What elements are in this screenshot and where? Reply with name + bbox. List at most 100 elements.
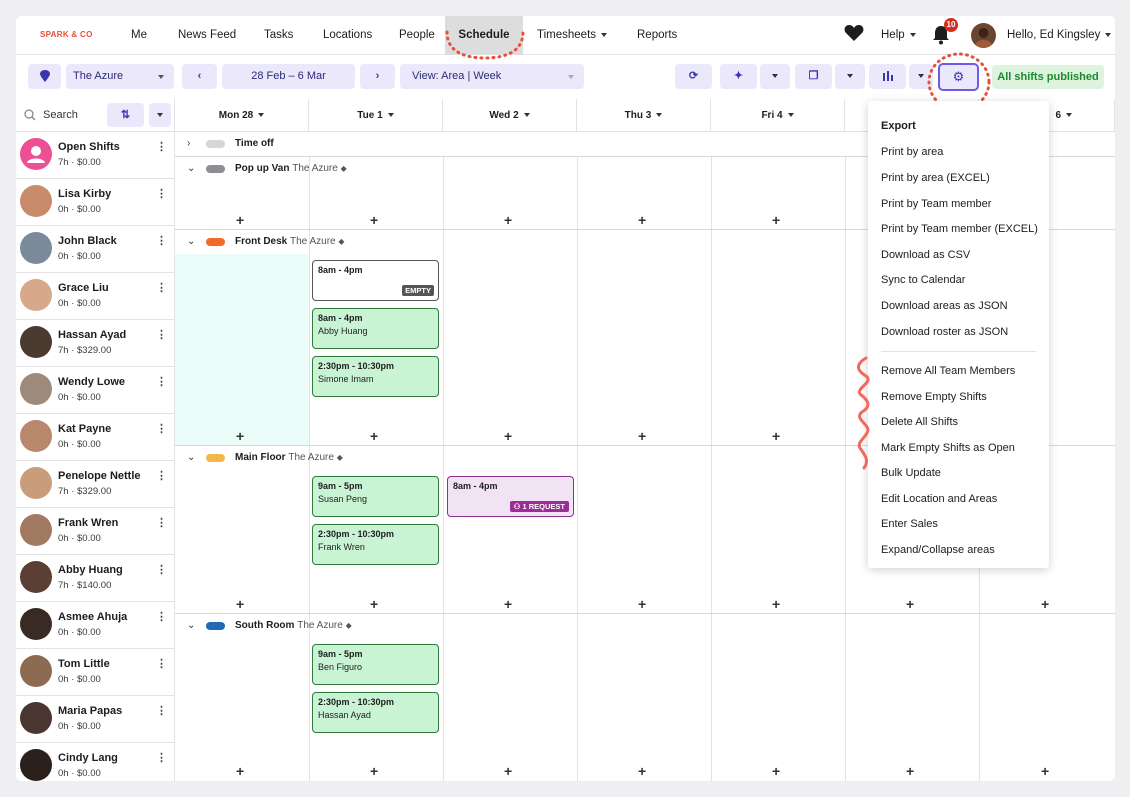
chevron-down-icon[interactable]: ⌄ — [187, 446, 195, 470]
shift-card[interactable]: 9am - 5pm Ben Figuro — [312, 644, 439, 685]
auto-schedule-button[interactable]: ✦ — [720, 64, 757, 89]
auto-schedule-dropdown[interactable] — [760, 64, 790, 89]
location-pin-button[interactable] — [28, 64, 61, 89]
list-item[interactable]: Penelope Nettle 7h · $329.00 ⋮ — [16, 461, 175, 508]
menu-sync-calendar[interactable]: Sync to Calendar — [881, 274, 965, 286]
more-icon[interactable]: ⋮ — [156, 375, 167, 388]
menu-print-by-team-member-excel[interactable]: Print by Team member (EXCEL) — [881, 223, 1038, 235]
add-shift-icon[interactable]: + — [504, 212, 512, 228]
list-item[interactable]: Asmee Ahuja 0h · $0.00 ⋮ — [16, 602, 175, 649]
nav-timesheets[interactable]: Timesheets — [537, 16, 608, 55]
shift-card[interactable]: 9am - 5pm Susan Peng — [312, 476, 439, 517]
chevron-down-icon[interactable]: ⌄ — [187, 157, 195, 181]
list-item[interactable]: Frank Wren 0h · $0.00 ⋮ — [16, 508, 175, 555]
copy-button[interactable]: ❐ — [795, 64, 832, 89]
add-shift-icon[interactable]: + — [772, 763, 780, 779]
more-icon[interactable]: ⋮ — [156, 328, 167, 341]
more-icon[interactable]: ⋮ — [156, 563, 167, 576]
add-shift-icon[interactable]: + — [772, 596, 780, 612]
list-item[interactable]: Grace Liu 0h · $0.00 ⋮ — [16, 273, 175, 320]
list-item[interactable]: Cindy Lang 0h · $0.00 ⋮ — [16, 743, 175, 781]
list-item[interactable]: Wendy Lowe 0h · $0.00 ⋮ — [16, 367, 175, 414]
chevron-down-icon[interactable]: ⌄ — [187, 614, 195, 638]
add-shift-icon[interactable]: + — [504, 596, 512, 612]
shift-card[interactable]: 2:30pm - 10:30pm Simone Imam — [312, 356, 439, 397]
location-select[interactable]: The Azure — [66, 64, 174, 89]
menu-delete-all-shifts[interactable]: Delete All Shifts — [881, 416, 958, 428]
area-header[interactable]: ⌄ South Room The Azure ⬥ — [175, 614, 1115, 638]
add-shift-icon[interactable]: + — [906, 763, 914, 779]
more-icon[interactable]: ⋮ — [156, 281, 167, 294]
day-header-mon[interactable]: Mon 28 — [175, 99, 309, 132]
add-shift-icon[interactable]: + — [638, 212, 646, 228]
more-icon[interactable]: ⋮ — [156, 469, 167, 482]
help-menu[interactable]: Help — [881, 16, 916, 55]
menu-download-csv[interactable]: Download as CSV — [881, 249, 970, 261]
list-item[interactable]: Tom Little 0h · $0.00 ⋮ — [16, 649, 175, 696]
sort-dropdown[interactable] — [149, 103, 171, 127]
copy-dropdown[interactable] — [835, 64, 865, 89]
nav-people[interactable]: People — [399, 16, 435, 55]
day-header-thu[interactable]: Thu 3 — [577, 99, 711, 132]
view-select[interactable]: View: Area | Week — [400, 64, 584, 89]
menu-enter-sales[interactable]: Enter Sales — [881, 518, 938, 530]
more-icon[interactable]: ⋮ — [156, 516, 167, 529]
list-item[interactable]: Kat Payne 0h · $0.00 ⋮ — [16, 414, 175, 461]
user-avatar[interactable] — [971, 23, 996, 48]
user-menu[interactable]: Hello, Ed Kingsley — [1007, 16, 1112, 55]
sort-button[interactable]: ⇅ — [107, 103, 144, 127]
menu-download-roster-json[interactable]: Download roster as JSON — [881, 326, 1008, 338]
menu-print-by-team-member[interactable]: Print by Team member — [881, 198, 991, 210]
shift-card[interactable]: 8am - 4pm Abby Huang — [312, 308, 439, 349]
shift-card-request[interactable]: 8am - 4pm ⚇ 1 REQUEST — [447, 476, 574, 517]
more-icon[interactable]: ⋮ — [156, 234, 167, 247]
menu-expand-collapse-areas[interactable]: Expand/Collapse areas — [881, 544, 995, 556]
menu-bulk-update[interactable]: Bulk Update — [881, 467, 941, 479]
nav-tasks[interactable]: Tasks — [264, 16, 293, 55]
add-shift-icon[interactable]: + — [236, 596, 244, 612]
shift-card-empty[interactable]: 8am - 4pm EMPTY — [312, 260, 439, 301]
more-icon[interactable]: ⋮ — [156, 422, 167, 435]
add-shift-icon[interactable]: + — [370, 428, 378, 444]
add-shift-icon[interactable]: + — [236, 763, 244, 779]
nav-locations[interactable]: Locations — [323, 16, 372, 55]
menu-remove-all-team-members[interactable]: Remove All Team Members — [881, 365, 1015, 377]
add-shift-icon[interactable]: + — [504, 428, 512, 444]
list-item[interactable]: Maria Papas 0h · $0.00 ⋮ — [16, 696, 175, 743]
menu-edit-location-areas[interactable]: Edit Location and Areas — [881, 493, 997, 505]
add-shift-icon[interactable]: + — [1041, 596, 1049, 612]
list-item[interactable]: Hassan Ayad 7h · $329.00 ⋮ — [16, 320, 175, 367]
nav-me[interactable]: Me — [131, 16, 147, 55]
refresh-button[interactable]: ⟳ — [675, 64, 712, 89]
list-item[interactable]: John Black 0h · $0.00 ⋮ — [16, 226, 175, 273]
list-item[interactable]: Lisa Kirby 0h · $0.00 ⋮ — [16, 179, 175, 226]
heart-icon[interactable] — [844, 24, 864, 45]
more-icon[interactable]: ⋮ — [156, 657, 167, 670]
more-icon[interactable]: ⋮ — [156, 704, 167, 717]
add-shift-icon[interactable]: + — [638, 763, 646, 779]
more-icon[interactable]: ⋮ — [156, 751, 167, 764]
list-item[interactable]: Abby Huang 7h · $140.00 ⋮ — [16, 555, 175, 602]
publish-status[interactable]: All shifts published — [992, 65, 1104, 89]
add-shift-icon[interactable]: + — [236, 212, 244, 228]
menu-mark-empty-shifts-open[interactable]: Mark Empty Shifts as Open — [881, 442, 1015, 454]
add-shift-icon[interactable]: + — [638, 596, 646, 612]
nav-news-feed[interactable]: News Feed — [178, 16, 236, 55]
add-shift-icon[interactable]: + — [772, 428, 780, 444]
more-icon[interactable]: ⋮ — [156, 140, 167, 153]
search-input[interactable]: Search — [43, 109, 78, 121]
shift-card[interactable]: 2:30pm - 10:30pm Frank Wren — [312, 524, 439, 565]
date-range[interactable]: 28 Feb – 6 Mar — [222, 64, 355, 89]
add-shift-icon[interactable]: + — [370, 763, 378, 779]
day-header-fri[interactable]: Fri 4 — [711, 99, 845, 132]
menu-remove-empty-shifts[interactable]: Remove Empty Shifts — [881, 391, 987, 403]
add-shift-icon[interactable]: + — [772, 212, 780, 228]
add-shift-icon[interactable]: + — [236, 428, 244, 444]
more-icon[interactable]: ⋮ — [156, 187, 167, 200]
add-shift-icon[interactable]: + — [370, 596, 378, 612]
chevron-right-icon[interactable]: › — [187, 132, 190, 156]
stats-button[interactable] — [869, 64, 906, 89]
more-icon[interactable]: ⋮ — [156, 610, 167, 623]
day-header-tue[interactable]: Tue 1 — [309, 99, 443, 132]
menu-download-areas-json[interactable]: Download areas as JSON — [881, 300, 1008, 312]
